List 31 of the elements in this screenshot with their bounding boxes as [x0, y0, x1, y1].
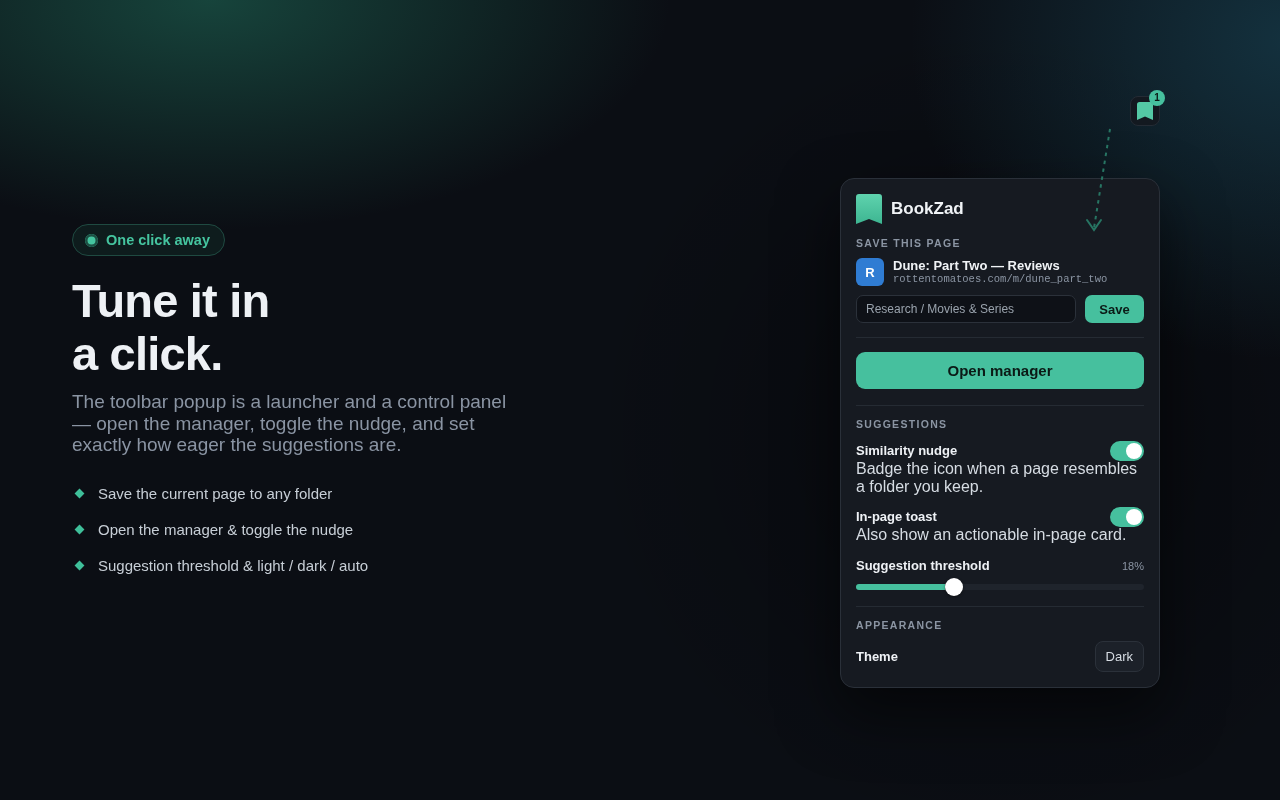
status-dot-icon — [85, 233, 98, 247]
setting-label: In-page toast — [856, 508, 937, 526]
toggle-switch[interactable] — [1110, 507, 1144, 527]
folder-field[interactable]: Research / Movies & Series — [856, 295, 1076, 323]
setting-label: Suggestion threshold — [856, 557, 990, 575]
feature-text: Open the manager & toggle the nudge — [98, 520, 354, 538]
save-button[interactable]: Save — [1085, 295, 1144, 323]
site-avatar: R — [856, 258, 884, 286]
section-heading: APPEARANCE — [856, 618, 944, 632]
slider-thumb[interactable] — [944, 578, 963, 596]
page-url: rottentomatoes.com/m/dune_part_two — [893, 272, 1108, 286]
setting-label: Theme — [856, 647, 898, 666]
section-heading: SUGGESTIONS — [856, 417, 949, 431]
section-heading: SAVE THIS PAGE — [856, 236, 962, 250]
threshold-value: 18% — [1121, 560, 1144, 572]
setting-description: Also show an actionable in-page card. — [856, 526, 1128, 544]
feature-text: Suggestion threshold & light / dark / auto — [98, 556, 369, 574]
tagline-text: One click away — [106, 232, 210, 248]
bookmark-icon — [1137, 102, 1153, 120]
bookmark-icon — [856, 194, 882, 224]
hero-description: The toolbar popup is a launcher and a control panel — open the manager, toggle the nudge, and set exactly how eager the suggestions are. — [72, 391, 508, 456]
setting-description: Badge the icon when a page resembles a folder you keep. — [856, 460, 1139, 496]
hero-heading: Tune it in a click. — [72, 273, 271, 380]
open-manager-button[interactable]: Open manager — [856, 352, 1144, 389]
page-title: Dune: Part Two — Reviews — [893, 258, 1061, 273]
setting-label: Similarity nudge — [856, 442, 958, 460]
feature-text: Save the current page to any folder — [98, 484, 333, 502]
brand-name: BookZad — [891, 199, 964, 219]
theme-button[interactable]: Dark — [1094, 641, 1144, 672]
toggle-switch[interactable] — [1110, 441, 1144, 461]
notification-badge: 1 — [1149, 90, 1165, 106]
